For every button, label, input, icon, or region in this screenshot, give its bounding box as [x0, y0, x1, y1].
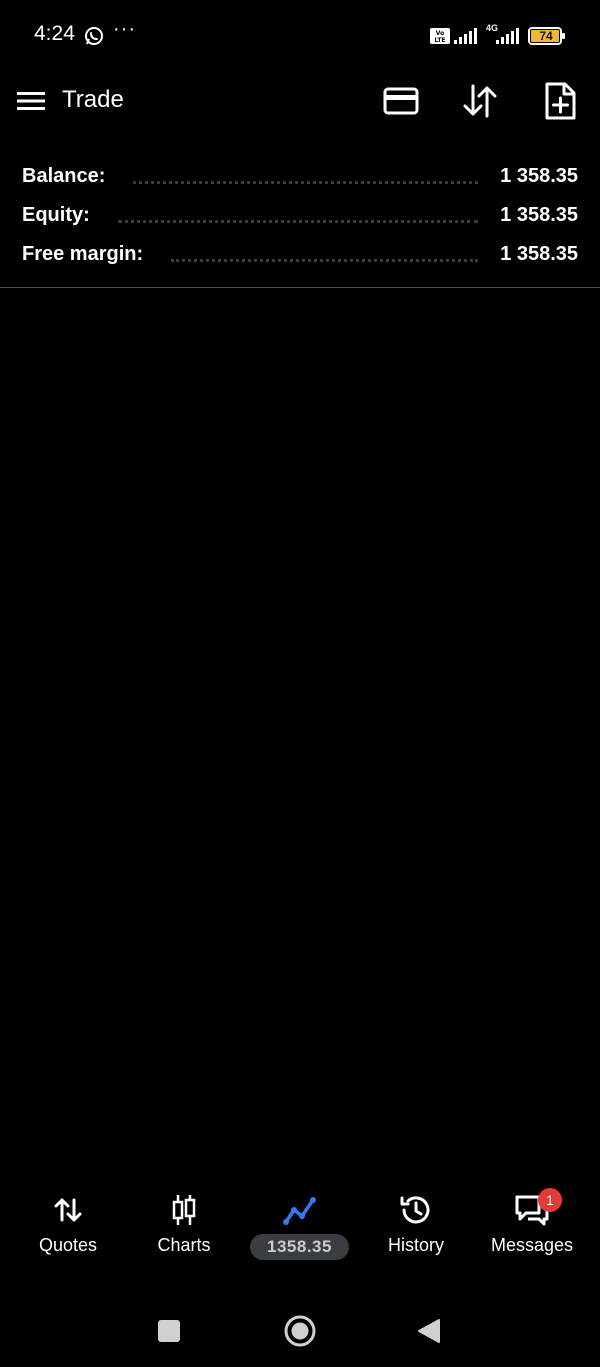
- trade-line-icon: [283, 1197, 316, 1225]
- app-bar: Trade: [0, 72, 600, 132]
- sort-icon[interactable]: [460, 82, 500, 120]
- home-icon[interactable]: [283, 1314, 317, 1348]
- equity-row: Equity: 1 358.35: [22, 198, 578, 232]
- divider: [0, 287, 600, 288]
- balance-value: 1 358.35: [500, 164, 578, 187]
- equity-value: 1 358.35: [500, 203, 578, 226]
- nav-quotes[interactable]: Quotes: [10, 1180, 126, 1270]
- quotes-arrows-icon: [54, 1198, 82, 1222]
- svg-text:LTE: LTE: [434, 37, 445, 44]
- nav-history[interactable]: History: [358, 1180, 474, 1270]
- nav-trade-balance-pill: 1358.35: [250, 1234, 349, 1260]
- signal-icon: [454, 28, 477, 44]
- more-notifications-icon: ···: [113, 18, 136, 40]
- history-icon: [400, 1196, 430, 1224]
- balance-label: Balance:: [22, 164, 106, 187]
- svg-text:Vo: Vo: [436, 30, 444, 37]
- nav-label: History: [387, 1235, 444, 1255]
- dotted-leader: [171, 258, 479, 262]
- nav-messages[interactable]: 1 Messages: [474, 1180, 590, 1270]
- status-bar: 4:24 ··· Vo LTE 4G 74: [0, 0, 600, 72]
- nav-label: Quotes: [38, 1235, 98, 1255]
- balance-row: Balance: 1 358.35: [22, 159, 578, 193]
- signal-icon: [496, 28, 519, 44]
- dotted-leader: [133, 180, 479, 184]
- system-navigation-bar: [0, 1296, 600, 1366]
- free-margin-row: Free margin: 1 358.35: [22, 237, 578, 271]
- volte-icon: Vo LTE: [430, 28, 450, 44]
- equity-label: Equity:: [22, 203, 90, 226]
- bottom-navigation: Quotes Charts 1358.35 History 1 Messages: [0, 1180, 600, 1270]
- free-margin-value: 1 358.35: [500, 242, 578, 265]
- nav-label: Messages: [490, 1235, 574, 1255]
- battery-level: 74: [539, 29, 553, 43]
- free-margin-label: Free margin:: [22, 242, 144, 265]
- nav-trade[interactable]: 1358.35: [242, 1180, 358, 1270]
- nav-label: Charts: [157, 1235, 211, 1255]
- dotted-leader: [117, 219, 479, 223]
- status-time: 4:24: [34, 22, 75, 45]
- page-title: Trade: [62, 86, 124, 113]
- new-order-icon[interactable]: [540, 80, 580, 122]
- nav-charts[interactable]: Charts: [126, 1180, 242, 1270]
- candlestick-icon: [172, 1195, 196, 1225]
- back-icon[interactable]: [417, 1318, 441, 1344]
- messages-badge: 1: [538, 1188, 562, 1212]
- whatsapp-icon: [85, 27, 103, 45]
- recent-apps-icon[interactable]: [158, 1320, 180, 1342]
- menu-icon[interactable]: [14, 86, 48, 116]
- credit-card-icon[interactable]: [382, 84, 420, 118]
